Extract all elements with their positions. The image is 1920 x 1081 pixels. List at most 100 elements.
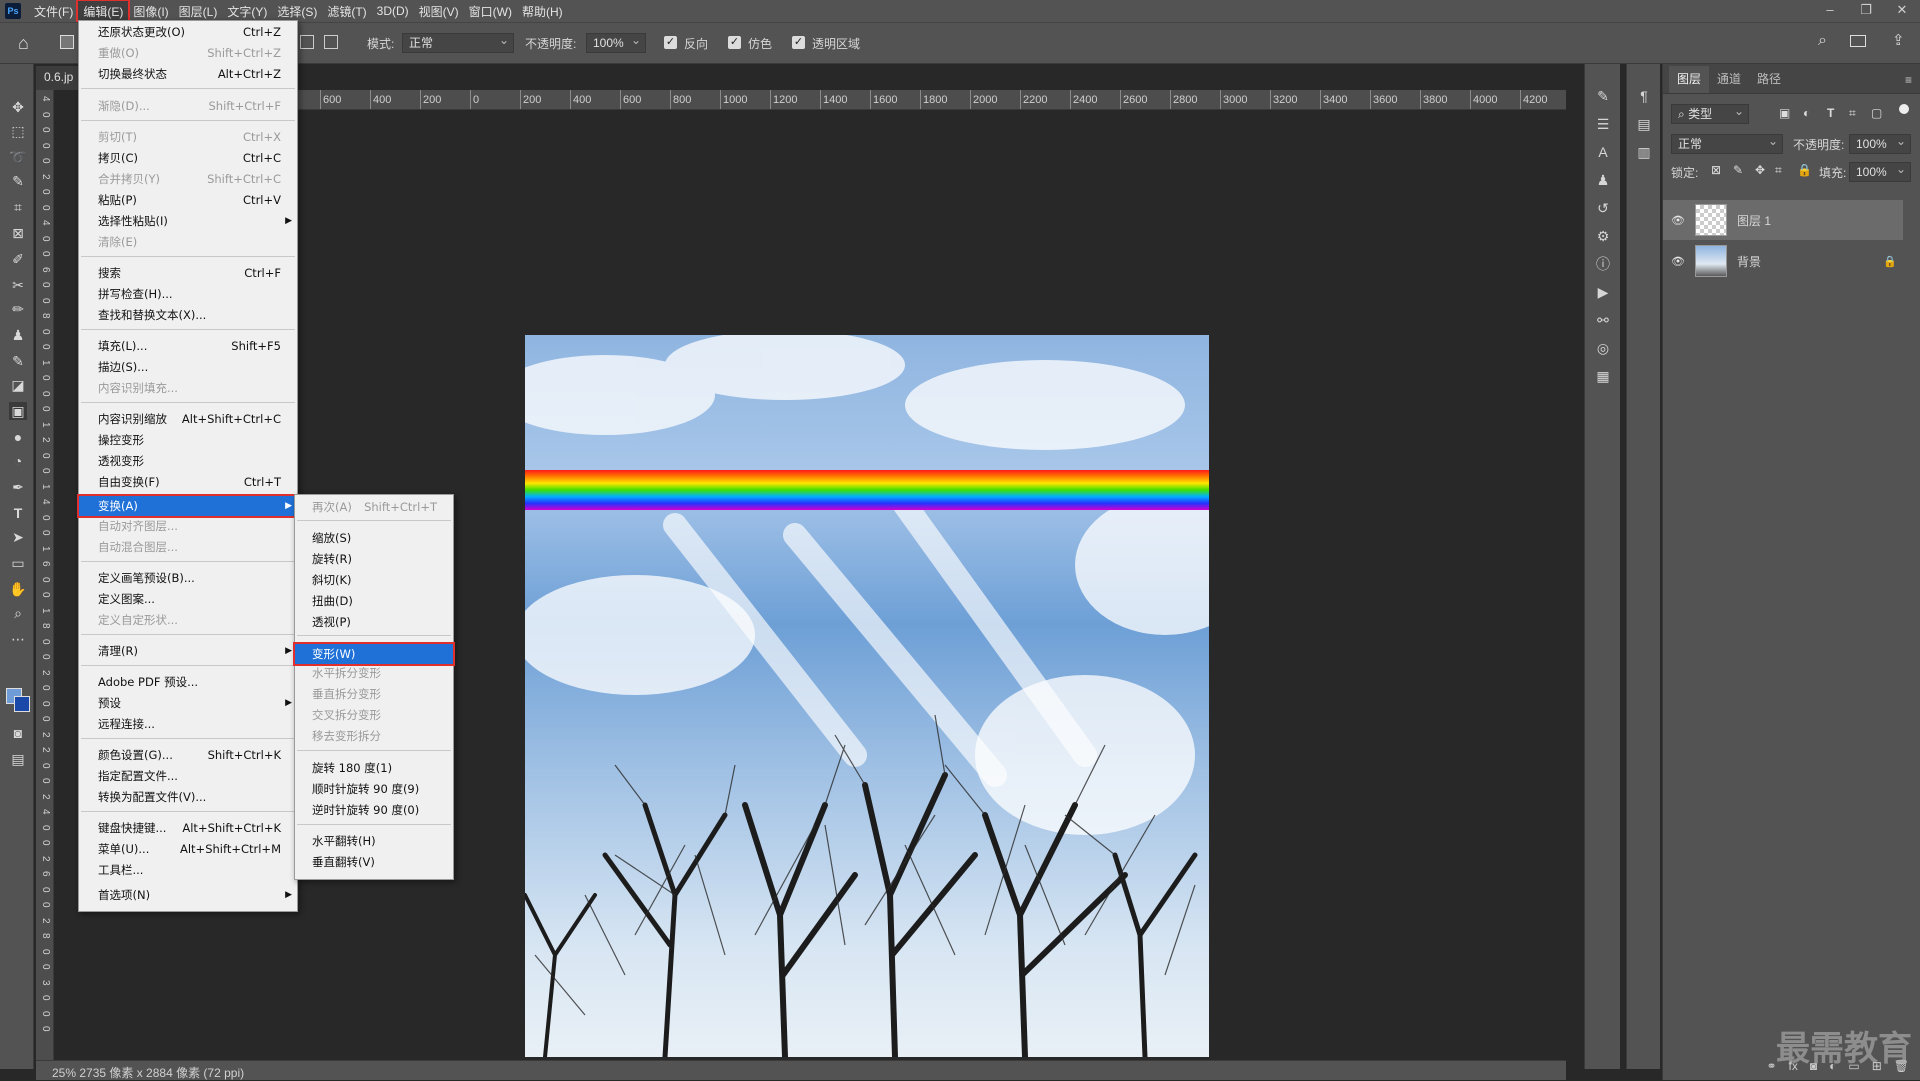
menu-3d[interactable]: 3D(D) (372, 2, 414, 20)
menu-item-flip-horizontal[interactable]: 水平翻转(H) (295, 833, 453, 850)
marquee-tool-icon[interactable]: ⬚ (9, 122, 27, 140)
menu-item-perspective-warp[interactable]: 透视变形 (79, 453, 297, 470)
eyedropper-tool-icon[interactable]: ✐ (9, 250, 27, 268)
menu-item-perspective[interactable]: 透视(P) (295, 614, 453, 631)
stamp-tool-icon[interactable]: ♟ (9, 326, 27, 344)
document-image[interactable] (525, 335, 1209, 1057)
hand-tool-icon[interactable]: ✋ (9, 580, 27, 598)
paths-icon[interactable]: ⚯ (1593, 310, 1613, 330)
menu-item-rotate[interactable]: 旋转(R) (295, 551, 453, 568)
menu-item-warp[interactable]: 变形(W) (295, 644, 453, 664)
menu-item-redo[interactable]: 重做(O)Shift+Ctrl+Z (79, 45, 297, 62)
crop-tool-icon[interactable]: ⌗ (9, 198, 27, 216)
menu-item-define-pattern[interactable]: 定义图案... (79, 591, 297, 608)
transparency-checkbox[interactable]: ✓ (792, 36, 805, 49)
menu-item-copy[interactable]: 拷贝(C)Ctrl+C (79, 150, 297, 167)
close-button[interactable]: ✕ (1884, 0, 1920, 22)
menu-item-find-replace[interactable]: 查找和替换文本(X)... (79, 307, 297, 324)
menu-edit[interactable]: 编辑(E) (78, 1, 128, 22)
menu-image[interactable]: 图像(I) (128, 1, 173, 22)
quick-mask-icon[interactable]: ◙ (9, 724, 27, 742)
menu-item-toolbar[interactable]: 工具栏... (79, 862, 297, 879)
lock-position-icon[interactable]: ✥ (1755, 163, 1765, 177)
menu-item-remove-warp-split[interactable]: 移去变形拆分 (295, 728, 453, 745)
tab-paths[interactable]: 路径 (1749, 66, 1789, 93)
menu-item-search[interactable]: 搜索Ctrl+F (79, 265, 297, 282)
menu-item-fade[interactable]: 渐隐(D)...Shift+Ctrl+F (79, 98, 297, 115)
filter-smart-object-icon[interactable]: ▢ (1871, 106, 1882, 120)
filter-type-icon[interactable]: T (1827, 106, 1834, 120)
tab-layers[interactable]: 图层 (1669, 66, 1709, 93)
menu-item-transform[interactable]: 变换(A)▶ (79, 496, 297, 516)
blend-mode-select[interactable]: 正常 (1671, 134, 1783, 154)
link-layers-icon[interactable]: ⚭ (1766, 1059, 1776, 1073)
minimize-button[interactable]: – (1812, 0, 1848, 22)
layer-filter-select[interactable]: ⌕ 类型 (1671, 104, 1749, 124)
layer-name[interactable]: 背景 (1737, 253, 1761, 270)
paragraph-icon[interactable]: ¶ (1634, 86, 1654, 106)
filter-pixel-icon[interactable]: ▣ (1779, 106, 1790, 120)
menu-item-fill[interactable]: 填充(L)...Shift+F5 (79, 338, 297, 355)
menu-help[interactable]: 帮助(H) (517, 1, 568, 22)
menu-select[interactable]: 选择(S) (272, 1, 322, 22)
menu-item-menus[interactable]: 菜单(U)...Alt+Shift+Ctrl+M (79, 841, 297, 858)
menu-item-keyboard-shortcuts[interactable]: 键盘快捷键...Alt+Shift+Ctrl+K (79, 820, 297, 837)
zoom-tool-icon[interactable]: ⌕ (9, 604, 27, 622)
fill-input[interactable]: 100% (1849, 162, 1911, 182)
menu-item-auto-align-layers[interactable]: 自动对齐图层... (79, 518, 297, 535)
path-select-tool-icon[interactable]: ➤ (9, 528, 27, 546)
screen-mode-icon[interactable]: ▤ (9, 750, 27, 768)
type-tool-icon[interactable]: T (9, 504, 27, 522)
dodge-tool-icon[interactable]: ◔ (9, 452, 27, 470)
menu-item-rotate-90-cw[interactable]: 顺时针旋转 90 度(9) (295, 781, 453, 798)
quick-select-tool-icon[interactable]: ✎ (9, 172, 27, 190)
filter-shape-icon[interactable]: ⌗ (1849, 106, 1856, 121)
rainbow-gradient-layer[interactable] (525, 470, 1209, 510)
layer-row[interactable]: 👁 背景 🔒 (1663, 241, 1903, 281)
menu-item-rotate-180[interactable]: 旋转 180 度(1) (295, 760, 453, 777)
filter-toggle[interactable] (1899, 104, 1909, 114)
menu-item-purge[interactable]: 清理(R)▶ (79, 643, 297, 660)
menu-item-free-transform[interactable]: 自由变换(F)Ctrl+T (79, 474, 297, 491)
menu-item-auto-blend-layers[interactable]: 自动混合图层... (79, 539, 297, 556)
restore-button[interactable]: ❐ (1848, 0, 1884, 22)
blur-tool-icon[interactable]: ● (9, 428, 27, 446)
menu-item-color-settings[interactable]: 颜色设置(G)...Shift+Ctrl+K (79, 747, 297, 764)
menu-item-rotate-90-ccw[interactable]: 逆时针旋转 90 度(0) (295, 802, 453, 819)
menu-item-cross-split-warp[interactable]: 交叉拆分变形 (295, 707, 453, 724)
tab-channels[interactable]: 通道 (1709, 66, 1749, 93)
menu-item-presets[interactable]: 预设▶ (79, 695, 297, 712)
brush-settings-icon[interactable]: ✎ (1593, 86, 1613, 106)
menu-item-convert-profile[interactable]: 转换为配置文件(V)... (79, 789, 297, 806)
home-icon[interactable]: ⌂ (18, 33, 29, 54)
filter-adjustment-icon[interactable]: ◐ (1803, 106, 1810, 120)
history-icon[interactable]: ↺ (1593, 198, 1613, 218)
menu-view[interactable]: 视图(V) (414, 1, 464, 22)
menu-item-copy-merged[interactable]: 合并拷贝(Y)Shift+Ctrl+C (79, 171, 297, 188)
menu-item-distort[interactable]: 扭曲(D) (295, 593, 453, 610)
menu-item-content-aware-scale[interactable]: 内容识别缩放Alt+Shift+Ctrl+C (79, 411, 297, 428)
reverse-checkbox[interactable]: ✓ (664, 36, 677, 49)
3d-icon[interactable]: ◎ (1593, 338, 1613, 358)
lasso-tool-icon[interactable]: ➰ (9, 148, 27, 166)
layer-row[interactable]: 👁 图层 1 (1663, 200, 1903, 240)
menu-item-toggle-last-state[interactable]: 切换最终状态Alt+Ctrl+Z (79, 66, 297, 83)
gradient-reflected-icon[interactable] (324, 35, 338, 49)
menu-item-paste[interactable]: 粘贴(P)Ctrl+V (79, 192, 297, 209)
panel-menu-icon[interactable]: ≡ (1905, 73, 1912, 93)
visibility-eye-icon[interactable]: 👁 (1671, 214, 1685, 227)
info-icon[interactable]: ⓘ (1593, 254, 1613, 274)
dither-checkbox[interactable]: ✓ (728, 36, 741, 49)
opacity-input[interactable]: 100% (586, 33, 646, 53)
menu-layer[interactable]: 图层(L) (174, 1, 223, 22)
notes-icon[interactable]: ▥ (1634, 142, 1654, 162)
menu-item-flip-vertical[interactable]: 垂直翻转(V) (295, 854, 453, 871)
menu-item-undo[interactable]: 还原状态更改(O)Ctrl+Z (79, 24, 297, 41)
rectangle-tool-icon[interactable]: ▭ (9, 554, 27, 572)
character-icon[interactable]: A (1593, 142, 1613, 162)
eraser-tool-icon[interactable]: ◪ (9, 376, 27, 394)
workspace-icon[interactable] (1850, 35, 1866, 47)
menu-item-define-shape[interactable]: 定义自定形状... (79, 612, 297, 629)
visibility-eye-icon[interactable]: 👁 (1671, 255, 1685, 268)
menu-item-horizontal-split-warp[interactable]: 水平拆分变形 (295, 665, 453, 682)
